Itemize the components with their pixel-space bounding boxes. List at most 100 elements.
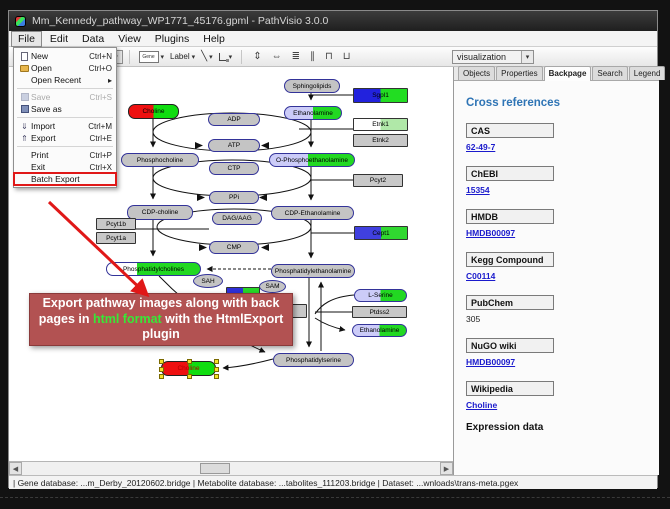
menu-file[interactable]: File xyxy=(11,31,42,47)
menu-item-save-as[interactable]: Save as xyxy=(14,103,116,115)
node-phosphatidylcholines[interactable]: Phosphatidylcholines xyxy=(106,262,201,276)
add-label-button[interactable]: Label ▾ xyxy=(170,52,195,61)
selection-handle[interactable] xyxy=(159,374,164,379)
node-pcyt2[interactable]: Pcyt2 xyxy=(353,174,403,187)
menu-item-exit[interactable]: ExitCtrl+X xyxy=(14,161,116,173)
distribute-horizontal-icon[interactable]: ∥ xyxy=(310,51,315,62)
menu-item-save[interactable]: SaveCtrl+S xyxy=(14,91,116,103)
menu-data[interactable]: Data xyxy=(76,32,110,46)
xref-value-hmdb[interactable]: HMDB00097 xyxy=(466,228,647,238)
node-label: Pcyt2 xyxy=(370,177,386,184)
chevron-down-icon[interactable]: ▾ xyxy=(229,53,233,61)
backpage-content: Cross references CAS62-49-7ChEBI15354HMD… xyxy=(454,97,659,433)
node-cmp[interactable]: CMP xyxy=(209,241,259,254)
scrollbar-thumb[interactable] xyxy=(200,463,230,474)
selection-handle[interactable] xyxy=(159,367,164,372)
node-ptdss2[interactable]: Ptdss2 xyxy=(352,306,407,318)
node-sah[interactable]: SAH xyxy=(193,274,223,288)
node-cdp-ethanolamine[interactable]: CDP-Ethanolamine xyxy=(271,206,354,220)
tab-search[interactable]: Search xyxy=(592,66,627,80)
menu-item-shortcut: Ctrl+O xyxy=(89,64,112,73)
menu-edit[interactable]: Edit xyxy=(44,32,74,46)
node-choline-selected[interactable]: Choline xyxy=(161,361,216,376)
node-phosphocholine[interactable]: Phosphocholine xyxy=(121,153,199,167)
node-atp[interactable]: ATP xyxy=(208,139,260,152)
node-adp[interactable]: ADP xyxy=(208,113,260,126)
xref-header-nugo-wiki: NuGO wiki xyxy=(466,338,554,353)
menu-plugins[interactable]: Plugins xyxy=(149,32,195,46)
menu-item-label: Import xyxy=(31,121,88,131)
node-l-serine[interactable]: L-Serine xyxy=(354,289,407,302)
node-phosphatidylethanolamine[interactable]: Phosphatidylethanolamine xyxy=(271,264,355,278)
scroll-right-icon[interactable]: ▶ xyxy=(440,462,453,475)
node-choline-top[interactable]: Choline xyxy=(128,104,179,119)
selection-handle[interactable] xyxy=(214,367,219,372)
scroll-left-icon[interactable]: ◀ xyxy=(9,462,22,475)
node-phosphatidylserine[interactable]: Phosphatidylserine xyxy=(273,353,354,367)
xref-value-cas[interactable]: 62-49-7 xyxy=(466,142,647,152)
chevron-down-icon[interactable]: ▾ xyxy=(161,53,165,61)
node-cept1[interactable]: Cept1 xyxy=(354,226,408,240)
node-ctp[interactable]: CTP xyxy=(209,162,259,175)
scrollbar-track[interactable] xyxy=(22,462,440,475)
node-etnk2[interactable]: Etnk2 xyxy=(353,134,408,147)
xref-header-wikipedia: Wikipedia xyxy=(466,381,554,396)
menu-item-label: Open xyxy=(31,63,89,73)
selection-handle[interactable] xyxy=(187,374,192,379)
node-pcyt1b[interactable]: Pcyt1b xyxy=(96,218,136,230)
xref-value-nugo-wiki[interactable]: HMDB00097 xyxy=(466,357,647,367)
node-label: Ethanolamine xyxy=(293,110,333,117)
xref-value-kegg-compound[interactable]: C00114 xyxy=(466,271,647,281)
menu-help[interactable]: Help xyxy=(197,32,231,46)
add-gene-button[interactable]: Gene ▾ xyxy=(139,51,165,63)
selection-handle[interactable] xyxy=(187,359,192,364)
selection-handle[interactable] xyxy=(159,359,164,364)
side-panel-tabs: ObjectsPropertiesBackpageSearchLegend xyxy=(454,67,659,81)
node-ethanolamine-top[interactable]: Ethanolamine xyxy=(284,106,342,120)
align-vertical-center-icon[interactable]: ⇕ xyxy=(253,51,261,62)
chevron-down-icon[interactable]: ▾ xyxy=(209,53,213,61)
menu-item-shortcut: Ctrl+E xyxy=(90,134,112,143)
xref-value-chebi[interactable]: 15354 xyxy=(466,185,647,195)
node-sgpl1[interactable]: Sgpl1 xyxy=(353,88,408,103)
common-width-icon[interactable]: ⊔ xyxy=(343,51,351,62)
tab-legend[interactable]: Legend xyxy=(629,66,666,80)
node-sam[interactable]: SAM xyxy=(259,280,286,293)
visualization-combobox[interactable]: visualization ▾ xyxy=(452,50,534,64)
node-etnk1[interactable]: Etnk1 xyxy=(353,118,408,131)
menu-item-open[interactable]: OpenCtrl+O xyxy=(14,62,116,74)
chevron-down-icon[interactable]: ▾ xyxy=(192,53,196,61)
node-ethanolamine-bottom[interactable]: Ethanolamine xyxy=(352,324,407,337)
selection-handle[interactable] xyxy=(214,359,219,364)
tab-backpage[interactable]: Backpage xyxy=(544,66,592,81)
horizontal-scrollbar[interactable]: ◀ ▶ xyxy=(9,461,453,475)
title-bar[interactable]: Mm_Kennedy_pathway_WP1771_45176.gpml - P… xyxy=(9,11,657,31)
xref-value-wikipedia[interactable]: Choline xyxy=(466,400,647,410)
node-dag-aag[interactable]: DAG/AAG xyxy=(212,212,262,225)
tab-objects[interactable]: Objects xyxy=(458,66,495,80)
line-icon: ╲ xyxy=(201,51,207,62)
node-ppi[interactable]: PPi xyxy=(209,191,259,204)
node-pcyt1a[interactable]: Pcyt1a xyxy=(96,232,136,244)
tab-properties[interactable]: Properties xyxy=(496,66,542,80)
menu-item-export[interactable]: ⇑ExportCtrl+E xyxy=(14,132,116,144)
selection-handle[interactable] xyxy=(214,374,219,379)
node-sphingolipids[interactable]: Sphingolipids xyxy=(284,79,340,93)
common-height-icon[interactable]: ⊓ xyxy=(325,51,333,62)
menu-item-open-recent[interactable]: Open Recent▸ xyxy=(14,74,116,86)
window-title: Mm_Kennedy_pathway_WP1771_45176.gpml - P… xyxy=(32,15,328,27)
menu-item-new[interactable]: NewCtrl+N xyxy=(14,50,116,62)
node-cdp-choline[interactable]: CDP-choline xyxy=(127,205,193,220)
distribute-vertical-icon[interactable]: ≣ xyxy=(292,51,300,62)
node-o-phosphoethanolamine[interactable]: O-Phosphoethanolamine xyxy=(269,153,355,167)
menu-item-print[interactable]: PrintCtrl+P xyxy=(14,149,116,161)
align-horizontal-center-icon[interactable]: ⇔ xyxy=(272,51,282,62)
menu-view[interactable]: View xyxy=(112,32,147,46)
node-label: CTP xyxy=(228,165,241,172)
draw-connector-button[interactable]: ▾ xyxy=(219,53,233,61)
menu-item-import[interactable]: ⇓ImportCtrl+M xyxy=(14,120,116,132)
menu-item-shortcut: ▸ xyxy=(108,76,112,85)
chevron-down-icon[interactable]: ▾ xyxy=(521,51,533,63)
menu-item-batch-export[interactable]: Batch Export xyxy=(14,173,116,185)
draw-line-button[interactable]: ╲ ▾ xyxy=(201,51,213,62)
